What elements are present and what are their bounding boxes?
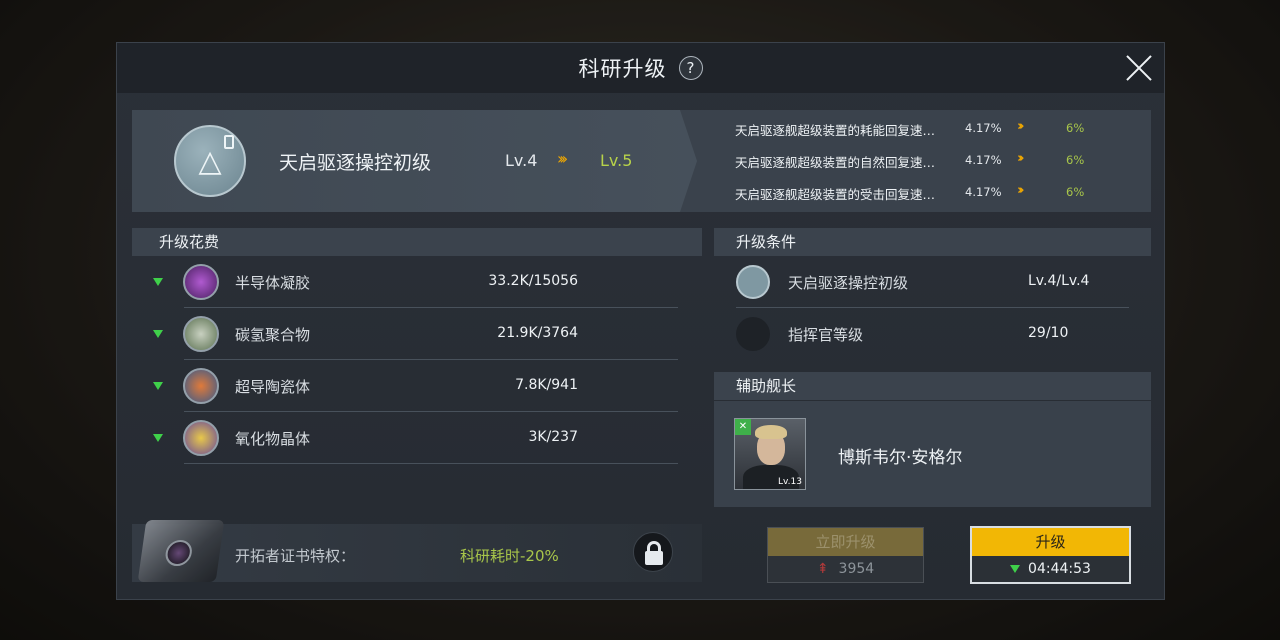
effect-from: 4.17%	[965, 153, 1002, 167]
cost-row[interactable]: 碳氢聚合物 21.9K/3764	[132, 308, 702, 360]
ceramic-resource-icon	[183, 368, 219, 404]
resource-value: 21.9K/3764	[497, 325, 578, 341]
crystal-resource-icon	[183, 420, 219, 456]
instant-upgrade-button[interactable]: 立即升级 ⇞ 3954	[767, 527, 924, 583]
privilege-value: 科研耗时-20%	[460, 547, 559, 565]
condition-row: 指挥官等级 29/10	[714, 308, 1151, 360]
captain-section-header: 辅助舰长	[714, 372, 1151, 400]
cost-section-header: 升级花费	[132, 228, 702, 256]
effect-name: 天启驱逐舰超级装置的受击回复速…	[735, 187, 936, 202]
captain-level: Lv.13	[778, 477, 802, 487]
captain-slot[interactable]: ✕ Lv.13 博斯韦尔·安格尔	[714, 401, 1151, 507]
captain-name: 博斯韦尔·安格尔	[838, 448, 963, 468]
resource-value: 7.8K/941	[515, 377, 578, 393]
conditions-list: 天启驱逐操控初级 Lv.4/Lv.4 指挥官等级 29/10	[714, 256, 1151, 360]
instant-upgrade-label: 立即升级	[768, 528, 923, 556]
cost-row[interactable]: 半导体凝胶 33.2K/15056	[132, 256, 702, 308]
polymer-resource-icon	[183, 316, 219, 352]
condition-row: 天启驱逐操控初级 Lv.4/Lv.4	[714, 256, 1151, 308]
tech-header: △ 天启驱逐操控初级 Lv.4 ››› Lv.5 天启驱逐舰超级装置的耗能回复速…	[132, 110, 1151, 212]
condition-name: 天启驱逐操控初级	[788, 274, 909, 292]
resource-name: 氧化物晶体	[235, 430, 311, 448]
destroyer-tech-icon	[736, 265, 770, 299]
resource-name: 半导体凝胶	[235, 274, 311, 292]
upgrade-time: 04:44:53	[1028, 561, 1091, 577]
portrait-hair	[755, 425, 787, 439]
upgrade-label: 升级	[972, 528, 1129, 556]
effect-to: 6%	[1066, 153, 1085, 167]
condition-value: Lv.4/Lv.4	[1028, 273, 1090, 289]
destroyer-tech-icon: △	[174, 125, 246, 197]
device-lens	[163, 540, 194, 566]
privilege-label: 开拓者证书特权：	[235, 547, 356, 565]
effect-arrow-icon: ›››	[1017, 183, 1024, 198]
tech-name: 天启驱逐操控初级	[279, 152, 432, 174]
tech-summary: △ 天启驱逐操控初级 Lv.4 ››› Lv.5	[132, 110, 697, 212]
instant-upgrade-cost: 3954	[838, 561, 875, 577]
conditions-section-header: 升级条件	[714, 228, 1151, 256]
effect-to: 6%	[1066, 121, 1085, 135]
resource-name: 碳氢聚合物	[235, 326, 311, 344]
dialog-title: 科研升级	[578, 57, 667, 81]
upgrade-time-row: 04:44:53	[972, 556, 1129, 583]
effect-from: 4.17%	[965, 185, 1002, 199]
effect-row: 天启驱逐舰超级装置的受击回复速… 4.17% ››› 6%	[735, 183, 1151, 204]
effect-from: 4.17%	[965, 121, 1002, 135]
effect-arrow-icon: ›››	[1017, 119, 1024, 134]
title-bar: 科研升级 ?	[117, 43, 1164, 93]
dropdown-triangle-icon	[153, 278, 163, 286]
resource-name: 超导陶瓷体	[235, 378, 311, 396]
effect-row: 天启驱逐舰超级装置的自然回复速… 4.17% ››› 6%	[735, 151, 1151, 172]
captain-portrait[interactable]: ✕ Lv.13	[734, 418, 806, 490]
dropdown-triangle-icon	[153, 434, 163, 442]
cost-list: 半导体凝胶 33.2K/15056 碳氢聚合物 21.9K/3764 超导陶瓷体…	[132, 256, 702, 464]
lock-icon[interactable]	[633, 532, 673, 572]
effect-name: 天启驱逐舰超级装置的自然回复速…	[735, 155, 936, 170]
instant-upgrade-cost-row: ⇞ 3954	[768, 556, 923, 583]
resource-value: 33.2K/15056	[488, 273, 578, 289]
premium-currency-icon: ⇞	[816, 561, 829, 577]
tool-badge-icon: ✕	[735, 419, 751, 435]
level-to: Lv.5	[600, 151, 633, 170]
pioneer-privilege-bar: 开拓者证书特权： 科研耗时-20%	[132, 520, 702, 582]
effect-to: 6%	[1066, 185, 1085, 199]
level-from: Lv.4	[505, 151, 538, 170]
level-arrow-icon: ›››	[557, 149, 568, 168]
battery-icon	[224, 135, 234, 149]
dropdown-triangle-icon	[153, 330, 163, 338]
effect-row: 天启驱逐舰超级装置的耗能回复速… 4.17% ››› 6%	[735, 119, 1151, 140]
cost-row[interactable]: 氧化物晶体 3K/237	[132, 412, 702, 464]
row-divider	[184, 463, 678, 464]
resource-value: 3K/237	[528, 429, 578, 445]
effect-arrow-icon: ›››	[1017, 151, 1024, 166]
dropdown-triangle-icon	[153, 382, 163, 390]
certificate-device-image	[137, 520, 225, 582]
help-icon[interactable]: ?	[678, 56, 703, 80]
cost-row[interactable]: 超导陶瓷体 7.8K/941	[132, 360, 702, 412]
condition-name: 指挥官等级	[788, 326, 864, 344]
effect-list: 天启驱逐舰超级装置的耗能回复速… 4.17% ››› 6% 天启驱逐舰超级装置的…	[735, 110, 1151, 212]
upgrade-button[interactable]: 升级 04:44:53	[970, 526, 1131, 584]
time-reduced-icon	[1010, 565, 1021, 573]
close-icon[interactable]	[1122, 51, 1156, 85]
commander-icon	[736, 317, 770, 351]
condition-value: 29/10	[1028, 325, 1069, 341]
effect-name: 天启驱逐舰超级装置的耗能回复速…	[735, 123, 936, 138]
gel-resource-icon	[183, 264, 219, 300]
research-upgrade-dialog: 科研升级 ? △ 天启驱逐操控初级 Lv.4 ››› Lv.5 天启驱逐舰超级装…	[116, 42, 1165, 600]
